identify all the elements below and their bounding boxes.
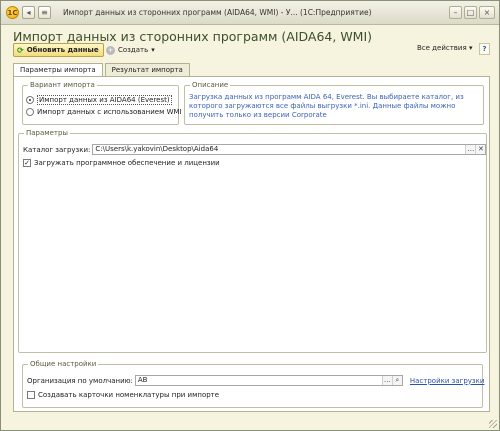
close-button[interactable]: × <box>479 6 495 19</box>
radio-button[interactable] <box>26 108 34 116</box>
folder-value: C:\Users\k.yakovin\Desktop\Aida64 <box>95 145 219 153</box>
window-controls: – □ × <box>449 6 495 19</box>
description-group: Описание Загрузка данных из программ AID… <box>184 81 484 125</box>
chevron-down-icon: ▾ <box>151 46 155 54</box>
title-bar: 1С ◂ ≡ Импорт данных из сторонних програ… <box>1 1 499 25</box>
org-input[interactable]: АВ … ⌕ <box>134 375 403 386</box>
clear-icon[interactable]: ✕ <box>475 145 486 154</box>
search-icon[interactable]: ⌕ <box>391 376 402 385</box>
create-cards-checkbox[interactable] <box>27 391 35 399</box>
tab-import-parameters[interactable]: Параметры импорта <box>13 63 103 77</box>
folder-row: Каталог загрузки: C:\Users\k.yakovin\Des… <box>23 144 487 155</box>
all-actions-label: Все действия <box>417 44 467 52</box>
minimize-button[interactable]: – <box>449 6 462 19</box>
tab-strip: Параметры импорта Результат импорта <box>13 63 192 77</box>
org-label: Организация по умолчанию: <box>27 376 133 385</box>
load-settings-link[interactable]: Настройки загрузки <box>410 377 485 385</box>
add-icon: + <box>106 45 115 55</box>
description-title: Описание <box>190 81 231 89</box>
import-variant-title: Вариант импорта <box>28 81 97 89</box>
import-variant-group: Вариант импорта Импорт данных из AIDA64 … <box>22 81 182 125</box>
create-cards-row[interactable]: Создавать карточки номенклатуры при импо… <box>27 391 219 399</box>
maximize-button[interactable]: □ <box>464 6 477 19</box>
refresh-icon: ⟳ <box>17 45 24 55</box>
parameters-group: Параметры Каталог загрузки: C:\Users\k.y… <box>18 129 487 353</box>
title-bar-toolbar: 1С ◂ ≡ <box>6 6 51 19</box>
menu-icon[interactable]: ≡ <box>38 6 51 19</box>
create-label: Создать <box>118 46 149 54</box>
command-bar: ⟳ Обновить данные + Создать ▾ Все действ… <box>13 43 490 57</box>
tab-import-result[interactable]: Результат импорта <box>104 63 190 76</box>
back-arrow-icon[interactable]: ◂ <box>22 6 35 19</box>
folder-label: Каталог загрузки: <box>23 145 91 154</box>
folder-input[interactable]: C:\Users\k.yakovin\Desktop\Aida64 … ✕ <box>92 144 487 155</box>
all-actions-menu[interactable]: Все действия ▾ <box>417 44 472 52</box>
radio-wmi-label: Импорт данных с использованием WMI <box>37 108 182 116</box>
browse-icon[interactable]: … <box>465 145 476 154</box>
load-software-label: Загружать программное обеспечение и лице… <box>34 159 220 167</box>
radio-button[interactable] <box>26 96 34 104</box>
load-software-row[interactable]: ✓ Загружать программное обеспечение и ли… <box>23 159 220 167</box>
window-title: Импорт данных из сторонних программ (AID… <box>63 8 372 17</box>
form-title: Импорт данных из сторонних программ (AID… <box>13 29 373 44</box>
load-software-checkbox[interactable]: ✓ <box>23 159 31 167</box>
help-button[interactable]: ? <box>479 43 490 55</box>
radio-aida64[interactable]: Импорт данных из AIDA64 (Everest) <box>26 95 172 105</box>
app-window: 1С ◂ ≡ Импорт данных из сторонних програ… <box>0 0 500 431</box>
app-logo-icon[interactable]: 1С <box>6 6 19 19</box>
org-value: АВ <box>137 376 148 384</box>
select-icon[interactable]: … <box>381 376 392 385</box>
refresh-data-button[interactable]: ⟳ Обновить данные <box>13 43 104 57</box>
radio-aida64-label: Импорт данных из AIDA64 (Everest) <box>37 95 172 105</box>
chevron-down-icon: ▾ <box>468 44 473 52</box>
radio-wmi[interactable]: Импорт данных с использованием WMI <box>26 108 182 116</box>
resize-grip[interactable] <box>489 420 497 428</box>
refresh-data-label: Обновить данные <box>26 46 99 54</box>
general-settings-title: Общие настройки <box>28 360 99 368</box>
description-text: Загрузка данных из программ AIDA 64, Eve… <box>189 93 464 119</box>
import-parameters-panel: Вариант импорта Импорт данных из AIDA64 … <box>13 76 490 412</box>
parameters-title: Параметры <box>24 129 70 137</box>
org-row: Организация по умолчанию: АВ … ⌕ Настрой… <box>27 375 484 386</box>
create-button[interactable]: + Создать ▾ <box>106 43 155 57</box>
general-settings-group: Общие настройки Организация по умолчанию… <box>22 360 484 408</box>
create-cards-label: Создавать карточки номенклатуры при импо… <box>38 391 220 399</box>
